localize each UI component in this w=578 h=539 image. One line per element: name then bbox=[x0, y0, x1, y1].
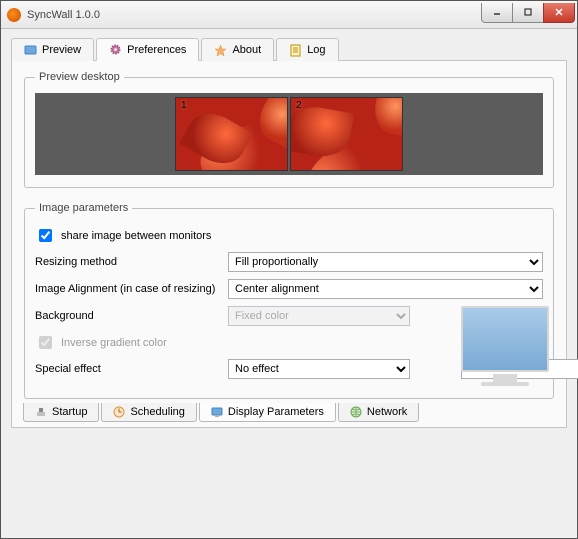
window-title: SyncWall 1.0.0 bbox=[27, 9, 482, 21]
resizing-label: Resizing method bbox=[35, 256, 220, 268]
app-icon bbox=[7, 8, 21, 22]
monitor-number: 1 bbox=[181, 100, 187, 111]
btab-label: Display Parameters bbox=[228, 406, 324, 418]
bottom-tab-display[interactable]: Display Parameters bbox=[199, 403, 336, 422]
share-image-checkbox[interactable] bbox=[39, 229, 52, 242]
network-icon bbox=[350, 406, 362, 418]
share-image-label: share image between monitors bbox=[61, 230, 211, 242]
preferences-panel: Preview desktop 1 bbox=[11, 61, 567, 428]
tab-label: Preferences bbox=[127, 44, 186, 56]
monitor-1-preview: 1 bbox=[175, 97, 288, 171]
titlebar: SyncWall 1.0.0 bbox=[1, 1, 577, 29]
clock-icon bbox=[113, 406, 125, 418]
bottom-tabs: Startup Scheduling Display Parameters Ne… bbox=[13, 403, 431, 428]
preview-desktop-group: Preview desktop 1 bbox=[24, 71, 554, 188]
maximize-button[interactable] bbox=[512, 3, 544, 23]
btab-label: Startup bbox=[52, 406, 87, 418]
tab-log[interactable]: Log bbox=[276, 38, 338, 61]
top-tabs: Preview Preferences About Log bbox=[11, 37, 567, 61]
preview-legend: Preview desktop bbox=[35, 71, 124, 83]
btab-label: Scheduling bbox=[130, 406, 184, 418]
preview-strip: 1 2 bbox=[35, 93, 543, 175]
close-button[interactable] bbox=[543, 3, 575, 23]
tab-about[interactable]: About bbox=[201, 38, 274, 61]
bottom-tab-scheduling[interactable]: Scheduling bbox=[101, 403, 196, 422]
background-select: Fixed color bbox=[228, 306, 410, 326]
display-icon bbox=[211, 406, 223, 418]
background-label: Background bbox=[35, 310, 220, 322]
alignment-label: Image Alignment (in case of resizing) bbox=[35, 283, 220, 295]
monitor-2-preview: 2 bbox=[290, 97, 403, 171]
monitor-illustration bbox=[461, 306, 549, 386]
startup-icon bbox=[35, 406, 47, 418]
resizing-select[interactable]: Fill proportionally bbox=[228, 252, 543, 272]
alignment-select[interactable]: Center alignment bbox=[228, 279, 543, 299]
inverse-gradient-checkbox bbox=[39, 336, 52, 349]
monitor-number: 2 bbox=[296, 100, 302, 111]
btab-label: Network bbox=[367, 406, 407, 418]
tab-label: Log bbox=[307, 44, 325, 56]
tab-label: About bbox=[232, 44, 261, 56]
bottom-tab-network[interactable]: Network bbox=[338, 403, 419, 422]
tab-preview[interactable]: Preview bbox=[11, 38, 94, 61]
bottom-tab-startup[interactable]: Startup bbox=[23, 403, 99, 422]
tab-label: Preview bbox=[42, 44, 81, 56]
tab-preferences[interactable]: Preferences bbox=[96, 38, 199, 61]
params-legend: Image parameters bbox=[35, 202, 132, 214]
preview-icon bbox=[24, 44, 37, 57]
effect-select[interactable]: No effect bbox=[228, 359, 410, 379]
effect-label: Special effect bbox=[35, 363, 220, 375]
minimize-button[interactable] bbox=[481, 3, 513, 23]
inverse-gradient-label: Inverse gradient color bbox=[61, 337, 167, 349]
gear-icon bbox=[109, 43, 122, 56]
log-icon bbox=[289, 44, 302, 57]
star-icon bbox=[214, 44, 227, 57]
